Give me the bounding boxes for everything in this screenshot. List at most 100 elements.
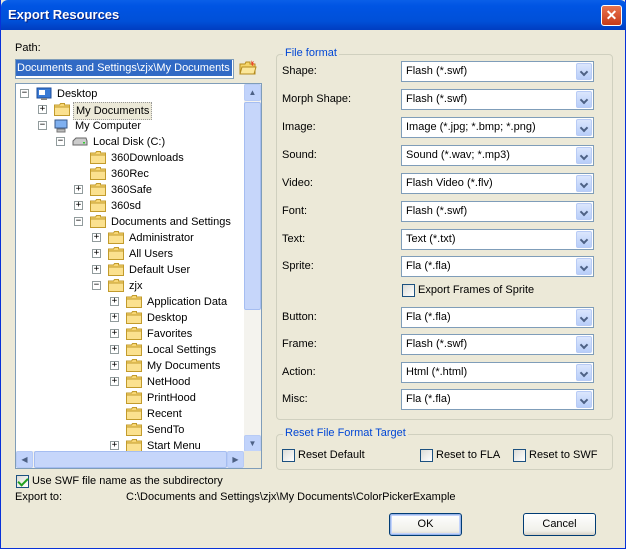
tree-item[interactable]: + My Documents — [16, 102, 244, 120]
tree-item[interactable]: +360sd — [16, 198, 244, 214]
tree-item[interactable]: − Desktop — [16, 86, 244, 102]
tree-item[interactable]: − zjx — [16, 278, 244, 294]
format-select[interactable]: Fla (*.fla) — [401, 307, 594, 328]
path-input[interactable]: Documents and Settings\zjx\My Documents — [15, 59, 234, 79]
format-label: Font: — [282, 205, 308, 217]
format-select[interactable]: Image (*.jpg; *.bmp; *.png) — [401, 117, 594, 138]
format-label: Misc: — [282, 393, 308, 405]
tree-item-label: Administrator — [129, 232, 194, 244]
tree-item[interactable]: + Local Settings — [16, 342, 244, 358]
format-select[interactable]: Flash Video (*.flv) — [401, 173, 594, 194]
format-select[interactable]: Fla (*.fla) — [401, 256, 594, 277]
horizontal-scroll-thumb[interactable] — [34, 451, 227, 468]
chevron-down-icon[interactable] — [576, 175, 592, 192]
computer-icon — [54, 119, 70, 133]
expand-icon[interactable]: + — [92, 233, 101, 242]
tree-item[interactable]: − Documents and Settings — [16, 214, 244, 230]
expand-icon[interactable]: + — [110, 297, 119, 306]
collapse-icon[interactable]: − — [92, 281, 101, 290]
close-button[interactable]: ✕ — [601, 5, 622, 26]
tree-item[interactable]: + Desktop — [16, 310, 244, 326]
scroll-down-icon[interactable]: ▼ — [244, 435, 261, 452]
path-label: Path: — [15, 42, 41, 54]
folder-icon — [108, 247, 124, 260]
chevron-down-icon[interactable] — [576, 309, 592, 326]
tree-item-label: Local Settings — [147, 344, 217, 356]
vertical-scroll-thumb[interactable] — [244, 102, 261, 310]
format-select[interactable]: Flash (*.swf) — [401, 201, 594, 222]
tree-vertical-scrollbar[interactable]: ▲ ▼ — [244, 84, 261, 452]
export-to-path: C:\Documents and Settings\zjx\My Documen… — [126, 491, 456, 503]
format-select[interactable]: Html (*.html) — [401, 362, 594, 383]
expand-icon[interactable]: + — [74, 185, 83, 194]
expand-icon[interactable]: + — [92, 249, 101, 258]
collapse-icon[interactable]: − — [20, 89, 29, 98]
tree-item[interactable]: + All Users — [16, 246, 244, 262]
expand-icon[interactable]: + — [110, 377, 119, 386]
reset-to-swf-checkbox[interactable] — [513, 449, 526, 462]
format-select[interactable]: Flash (*.swf) — [401, 89, 594, 110]
folder-tree[interactable]: + Start Menu SendTo Recent PrintHood + NetHood… — [15, 83, 262, 469]
scroll-up-icon[interactable]: ▲ — [244, 84, 261, 101]
tree-item[interactable]: − Local Disk (C:) — [16, 134, 244, 150]
format-select[interactable]: Sound (*.wav; *.mp3) — [401, 145, 594, 166]
collapse-icon[interactable]: − — [56, 137, 65, 146]
expand-icon[interactable]: + — [110, 441, 119, 450]
folder-icon — [90, 199, 106, 212]
scroll-left-icon[interactable]: ◀ — [16, 451, 33, 468]
use-swf-subdir-checkbox[interactable] — [16, 475, 29, 488]
tree-item[interactable]: − My Computer — [16, 118, 244, 134]
format-label: Video: — [282, 177, 313, 189]
folder-icon — [126, 295, 142, 308]
tree-item[interactable]: + Favorites — [16, 326, 244, 342]
chevron-down-icon[interactable] — [576, 364, 592, 381]
reset-to-fla-checkbox[interactable] — [420, 449, 433, 462]
tree-item[interactable]: +360Safe — [16, 182, 244, 198]
browse-folder-button[interactable] — [239, 59, 257, 77]
expand-icon[interactable]: + — [110, 313, 119, 322]
tree-item[interactable]: PrintHood — [16, 390, 244, 406]
format-label: Shape: — [282, 65, 317, 77]
tree-item[interactable]: + Administrator — [16, 230, 244, 246]
format-select-value: Flash (*.swf) — [406, 65, 468, 77]
tree-item[interactable]: + Application Data — [16, 294, 244, 310]
chevron-down-icon[interactable] — [576, 63, 592, 80]
collapse-icon[interactable]: − — [74, 217, 83, 226]
tree-horizontal-scrollbar[interactable]: ◀ ▶ — [16, 451, 261, 468]
chevron-down-icon[interactable] — [576, 147, 592, 164]
tree-item[interactable]: SendTo — [16, 422, 244, 438]
expand-icon[interactable]: + — [74, 201, 83, 210]
tree-item[interactable]: + Default User — [16, 262, 244, 278]
chevron-down-icon[interactable] — [576, 119, 592, 136]
tree-item[interactable]: + NetHood — [16, 374, 244, 390]
expand-icon[interactable]: + — [110, 345, 119, 354]
format-select[interactable]: Flash (*.swf) — [401, 61, 594, 82]
format-select[interactable]: Flash (*.swf) — [401, 334, 594, 355]
expand-icon[interactable]: + — [92, 265, 101, 274]
expand-icon[interactable]: + — [38, 105, 47, 114]
reset-default-checkbox[interactable] — [282, 449, 295, 462]
format-select[interactable]: Text (*.txt) — [401, 229, 594, 250]
chevron-down-icon[interactable] — [576, 91, 592, 108]
chevron-down-icon[interactable] — [576, 231, 592, 248]
ok-button[interactable]: OK — [389, 513, 462, 536]
tree-item[interactable]: Recent — [16, 406, 244, 422]
tree-item[interactable]: + My Documents — [16, 358, 244, 374]
tree-item-label: 360sd — [111, 200, 141, 212]
expand-icon[interactable]: + — [110, 329, 119, 338]
cancel-button[interactable]: Cancel — [523, 513, 596, 536]
path-value: Documents and Settings\zjx\My Documents — [16, 60, 232, 76]
tree-item-label: Favorites — [147, 328, 193, 340]
tree-item[interactable]: 360Downloads — [16, 150, 244, 166]
export-frames-checkbox[interactable] — [402, 284, 415, 297]
title-bar[interactable]: Export Resources ✕ — [1, 0, 626, 30]
chevron-down-icon[interactable] — [576, 203, 592, 220]
format-select[interactable]: Fla (*.fla) — [401, 389, 594, 410]
tree-item[interactable]: 360Rec — [16, 166, 244, 182]
chevron-down-icon[interactable] — [576, 336, 592, 353]
chevron-down-icon[interactable] — [576, 391, 592, 408]
collapse-icon[interactable]: − — [38, 121, 47, 130]
expand-icon[interactable]: + — [110, 361, 119, 370]
scroll-right-icon[interactable]: ▶ — [227, 451, 244, 468]
chevron-down-icon[interactable] — [576, 258, 592, 275]
